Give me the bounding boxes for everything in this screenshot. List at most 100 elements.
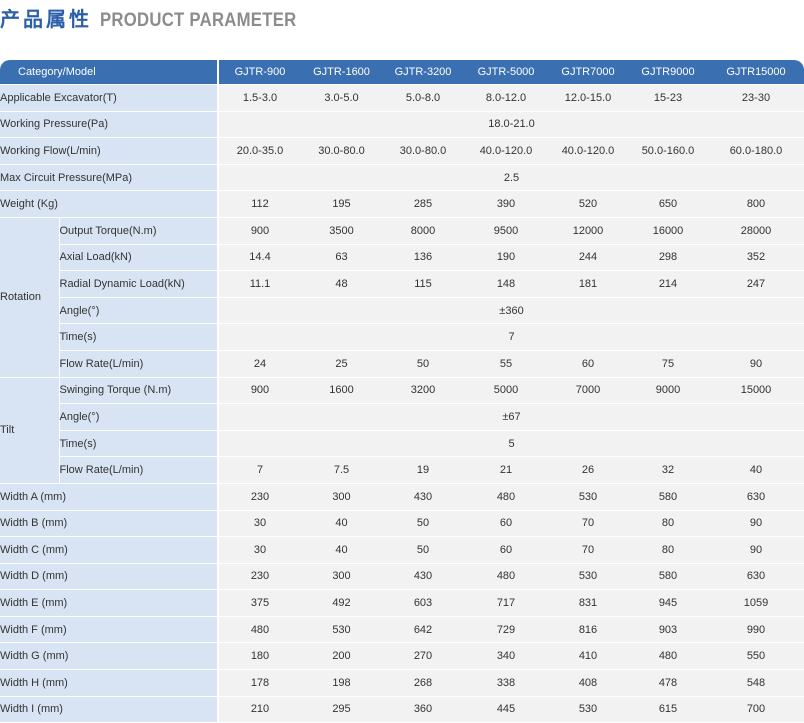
table-header-row: Category/Model GJTR-900 GJTR-1600 GJTR-320… xyxy=(0,60,804,85)
table-cell: 30.0-80.0 xyxy=(382,137,464,165)
table-cell: 298 xyxy=(628,244,708,272)
table-cell: 717 xyxy=(464,589,548,617)
table-cell: 32 xyxy=(628,456,708,484)
table-cell: 285 xyxy=(382,190,464,218)
table-cell: 630 xyxy=(708,563,804,591)
table-cell: 5000 xyxy=(464,377,548,405)
row-sub-label: Angle(°) xyxy=(59,297,219,325)
table-cell: 550 xyxy=(708,642,804,671)
table-cell: 480 xyxy=(218,616,301,644)
table-cell: 24 xyxy=(218,350,301,378)
row-label: Width B (mm) xyxy=(0,510,219,538)
table-cell: 136 xyxy=(382,244,464,272)
table-cell: 615 xyxy=(628,696,708,723)
table-cell: 900 xyxy=(218,377,301,405)
table-cell: 430 xyxy=(382,563,464,591)
header-category-model: Category/Model xyxy=(0,60,219,85)
table-row: Width G (mm) 180 200 270 340 410 480 550 xyxy=(0,642,804,671)
table-cell: 430 xyxy=(382,483,464,511)
table-cell: 408 xyxy=(548,669,628,697)
title-english: PRODUCT PARAMETER xyxy=(100,10,297,31)
row-label: Width I (mm) xyxy=(0,696,219,723)
row-sub-label: Flow Rate(L/min) xyxy=(59,350,219,378)
table-cell: 9500 xyxy=(464,217,548,245)
row-sub-label: Flow Rate(L/min) xyxy=(59,456,219,484)
table-cell: 270 xyxy=(382,642,464,671)
table-cell: 230 xyxy=(218,483,301,511)
table-cell: 80 xyxy=(628,510,708,538)
table-cell: 14.4 xyxy=(218,244,301,272)
row-label: Width D (mm) xyxy=(0,563,219,591)
table-cell: 700 xyxy=(708,696,804,723)
row-label: Width E (mm) xyxy=(0,589,219,617)
table-cell: 26 xyxy=(548,456,628,484)
row-sub-label: Angle(°) xyxy=(59,403,219,431)
table-cell: 23-30 xyxy=(708,84,804,112)
table-cell: 352 xyxy=(708,244,804,272)
table-cell: 178 xyxy=(218,669,301,697)
header-model-6: GJTR9000 xyxy=(628,60,708,85)
table-cell: 9000 xyxy=(628,377,708,405)
row-label: Max Circuit Pressure(MPa) xyxy=(0,164,219,192)
table-cell: 244 xyxy=(548,244,628,272)
table-cell: 40.0-120.0 xyxy=(548,137,628,165)
table-cell: 190 xyxy=(464,244,548,272)
table-cell: 115 xyxy=(382,270,464,298)
row-sub-label: Time(s) xyxy=(59,430,219,458)
table-cell: 50 xyxy=(382,510,464,538)
table-cell: 30 xyxy=(218,510,301,538)
page-title: 产品属性 PRODUCT PARAMETER xyxy=(0,3,323,31)
table-cell: 800 xyxy=(708,190,804,218)
table-cell: 375 xyxy=(218,589,301,617)
table-cell: 80 xyxy=(628,536,708,564)
table-row: Axial Load(kN) 14.4 63 136 190 244 298 352 xyxy=(0,244,804,272)
table-cell: 900 xyxy=(218,217,301,245)
table-cell: 90 xyxy=(708,510,804,538)
row-label: Width A (mm) xyxy=(0,483,219,511)
table-cell: 729 xyxy=(464,616,548,644)
table-cell: 1600 xyxy=(301,377,382,405)
row-group-label: Rotation xyxy=(0,217,60,378)
table-cell: 630 xyxy=(708,483,804,511)
table-row: Tilt Swinging Torque (N.m) 900 1600 3200 5000… xyxy=(0,377,804,484)
table-cell: 30.0-80.0 xyxy=(301,137,382,165)
table-cell: 530 xyxy=(301,616,382,644)
table-cell: 268 xyxy=(382,669,464,697)
row-shared-value: 18.0-21.0 xyxy=(218,111,804,139)
table-cell: 480 xyxy=(628,642,708,671)
header-model-5: GJTR7000 xyxy=(548,60,628,85)
table-cell: 60 xyxy=(548,350,628,378)
table-row: Width H (mm) 178 198 268 338 408 478 548 xyxy=(0,669,804,697)
table-cell: 445 xyxy=(464,696,548,723)
row-shared-value: 5 xyxy=(218,430,804,458)
table-row: Width C (mm) 30 40 50 60 70 80 90 xyxy=(0,536,804,564)
row-label: Applicable Excavator(T) xyxy=(0,84,219,112)
table-cell: 60 xyxy=(464,510,548,538)
table-row: Time(s) 7 xyxy=(0,323,804,351)
row-shared-value: ±360 xyxy=(218,297,804,325)
table-cell: 530 xyxy=(548,563,628,591)
table-cell: 530 xyxy=(548,483,628,511)
table-cell: 360 xyxy=(382,696,464,723)
table-cell: 548 xyxy=(708,669,804,697)
table-cell: 340 xyxy=(464,642,548,671)
header-model-4: GJTR-5000 xyxy=(464,60,548,85)
table-cell: 480 xyxy=(464,563,548,591)
table-cell: 195 xyxy=(301,190,382,218)
table-cell: 3200 xyxy=(382,377,464,405)
row-sub-label: Output Torque(N.m) xyxy=(59,217,219,245)
row-shared-value: 7 xyxy=(218,323,804,351)
table-row: Width A (mm) 230 300 430 480 530 580 630 xyxy=(0,483,804,511)
table-cell: 210 xyxy=(218,696,301,723)
table-cell: 1.5-3.0 xyxy=(218,84,301,112)
table-row: Applicable Excavator(T) 1.5-3.0 3.0-5.0 5.0… xyxy=(0,84,804,112)
row-label: Weight (Kg) xyxy=(0,190,219,218)
table-row: Flow Rate(L/min) 7 7.5 19 21 26 32 40 xyxy=(0,456,804,484)
table-cell: 181 xyxy=(548,270,628,298)
table-cell: 7 xyxy=(218,456,301,484)
header-model-1: GJTR-900 xyxy=(218,60,301,85)
table-cell: 75 xyxy=(628,350,708,378)
table-cell: 25 xyxy=(301,350,382,378)
table-cell: 16000 xyxy=(628,217,708,245)
row-label: Working Pressure(Pa) xyxy=(0,111,219,139)
